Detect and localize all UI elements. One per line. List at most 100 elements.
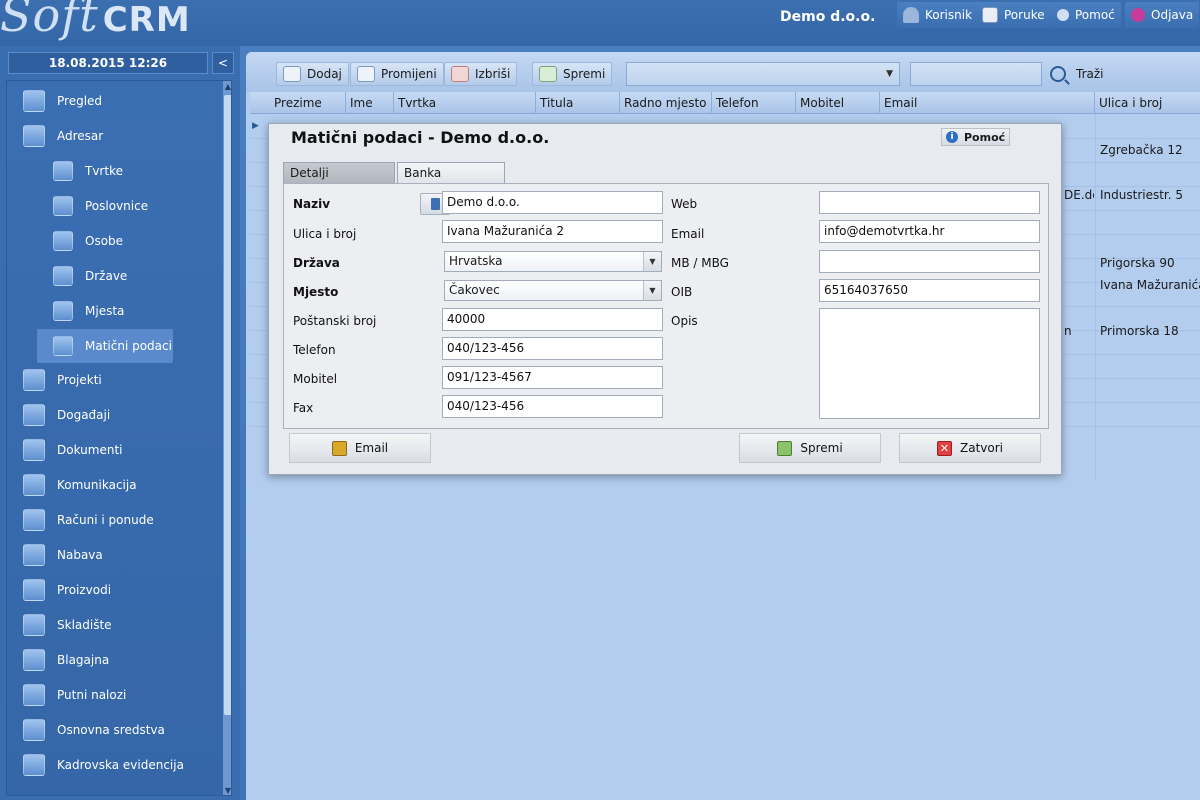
sidebar-item-dogadaji[interactable]: Događaji bbox=[23, 400, 110, 430]
sidebar-item-putni-nalozi[interactable]: Putni nalozi bbox=[23, 680, 126, 710]
close-button[interactable]: ✕ Zatvori bbox=[899, 433, 1041, 463]
grid-cell[interactable]: Prigorska 90 bbox=[1100, 256, 1175, 270]
column-ime[interactable]: Ime bbox=[346, 92, 394, 114]
column-titula[interactable]: Titula bbox=[536, 92, 620, 114]
column-telefon[interactable]: Telefon bbox=[712, 92, 796, 114]
email-button[interactable]: Email bbox=[289, 433, 431, 463]
sidebar-item-drzave[interactable]: Države bbox=[53, 261, 127, 291]
column-prezime[interactable]: Prezime bbox=[270, 92, 346, 114]
grid-cell[interactable]: n bbox=[1064, 324, 1094, 338]
search-button[interactable]: Traži bbox=[1050, 62, 1104, 86]
sidebar-item-racuni-i-ponude[interactable]: Računi i ponude bbox=[23, 505, 154, 535]
drzava-select[interactable]: Hrvatska ▼ bbox=[444, 251, 662, 272]
purchase-icon bbox=[23, 544, 45, 566]
email-field[interactable]: info@demotvrtka.hr bbox=[819, 220, 1040, 243]
warehouse-icon bbox=[23, 614, 45, 636]
sidebar-item-komunikacija[interactable]: Komunikacija bbox=[23, 470, 137, 500]
grid-cell[interactable]: Zgrebačka 12 bbox=[1100, 143, 1183, 157]
sidebar-item-osobe[interactable]: Osobe bbox=[53, 226, 123, 256]
mjesto-select[interactable]: Čakovec ▼ bbox=[444, 280, 662, 301]
toolbar: Dodaj Promijeni Izbriši Spremi ▼ Traži bbox=[246, 52, 1200, 92]
sidebar-item-proizvodi[interactable]: Proizvodi bbox=[23, 575, 111, 605]
fax-label: Fax bbox=[293, 401, 314, 415]
dialog-help-button[interactable]: i Pomoć bbox=[941, 128, 1011, 146]
mjesto-label: Mjesto bbox=[293, 285, 339, 299]
postanski-broj-field[interactable]: 40000 bbox=[442, 308, 663, 331]
scroll-down-icon[interactable]: ▼ bbox=[223, 785, 231, 795]
sidebar-item-projekti[interactable]: Projekti bbox=[23, 365, 102, 395]
grid-cell[interactable]: Primorska 18 bbox=[1100, 324, 1179, 338]
add-button[interactable]: Dodaj bbox=[276, 62, 349, 86]
fax-field[interactable]: 040/123-456 bbox=[442, 395, 663, 418]
sidebar-item-kadrovska-evidencija[interactable]: Kadrovska evidencija bbox=[23, 750, 184, 780]
sidebar-item-skladiste[interactable]: Skladište bbox=[23, 610, 112, 640]
sidebar-item-dokumenti[interactable]: Dokumenti bbox=[23, 435, 122, 465]
save-button[interactable]: Spremi bbox=[739, 433, 881, 463]
edit-icon bbox=[357, 66, 375, 82]
edit-button[interactable]: Promijeni bbox=[350, 62, 444, 86]
filter-dropdown[interactable]: ▼ bbox=[626, 62, 900, 86]
user-icon bbox=[903, 7, 919, 23]
datetime-display: 18.08.2015 12:26 bbox=[8, 52, 208, 74]
delete-button[interactable]: Izbriši bbox=[444, 62, 518, 86]
email-book-icon bbox=[331, 440, 347, 456]
company-icon bbox=[53, 161, 73, 181]
communication-icon bbox=[23, 474, 45, 496]
tab-detalji[interactable]: Detalji bbox=[283, 162, 395, 183]
app-logo: Soft CRM bbox=[0, 0, 191, 42]
sidebar-item-maticni-podaci[interactable]: Matični podaci bbox=[37, 329, 173, 363]
web-field[interactable] bbox=[819, 191, 1040, 214]
oib-field[interactable]: 65164037650 bbox=[819, 279, 1040, 302]
collapse-sidebar-button[interactable]: < bbox=[212, 52, 234, 74]
assets-icon bbox=[23, 719, 45, 741]
logout-button[interactable]: Odjava bbox=[1125, 2, 1200, 28]
address-book-icon bbox=[23, 125, 45, 147]
info-icon bbox=[1057, 9, 1069, 21]
sidebar-scrollbar[interactable]: ▲ ▼ bbox=[223, 81, 231, 795]
mail-icon bbox=[982, 7, 998, 23]
sidebar-item-nabava[interactable]: Nabava bbox=[23, 540, 103, 570]
grid-cell[interactable]: Ivana Mažuranića 2 bbox=[1100, 278, 1200, 292]
help-button[interactable]: Pomoć bbox=[1051, 2, 1121, 28]
power-icon bbox=[1131, 8, 1145, 22]
column-email[interactable]: Email bbox=[880, 92, 1095, 114]
mobitel-field[interactable]: 091/123-4567 bbox=[442, 366, 663, 389]
save-icon bbox=[777, 440, 793, 456]
column-tvrtka[interactable]: Tvrtka bbox=[394, 92, 536, 114]
search-input[interactable] bbox=[910, 62, 1042, 86]
close-icon: ✕ bbox=[937, 440, 952, 456]
master-data-dialog: Matični podaci - Demo d.o.o. i Pomoć Det… bbox=[268, 123, 1062, 475]
drzava-label: Država bbox=[293, 256, 340, 270]
sidebar-item-pregled[interactable]: Pregled bbox=[23, 86, 102, 116]
grid-cell[interactable]: Industriestr. 5 bbox=[1100, 188, 1183, 202]
opis-textarea[interactable] bbox=[819, 308, 1040, 419]
sidebar-item-tvrtke[interactable]: Tvrtke bbox=[53, 156, 123, 186]
mobitel-label: Mobitel bbox=[293, 372, 338, 386]
top-bar: Soft CRM Demo d.o.o. Korisnik Poruke Pomo… bbox=[0, 0, 1200, 46]
save-toolbar-button[interactable]: Spremi bbox=[532, 62, 613, 86]
sidebar-item-blagajna[interactable]: Blagajna bbox=[23, 645, 109, 675]
projects-icon bbox=[23, 369, 45, 391]
sidebar-item-poslovnice[interactable]: Poslovnice bbox=[53, 191, 148, 221]
tab-banka[interactable]: Banka bbox=[397, 162, 505, 183]
naziv-field[interactable]: Demo d.o.o. bbox=[442, 191, 663, 214]
user-button[interactable]: Korisnik bbox=[897, 2, 979, 28]
city-icon bbox=[53, 301, 73, 321]
mb-mbg-field[interactable] bbox=[819, 250, 1040, 273]
row-selector-icon: ▶ bbox=[252, 121, 259, 131]
column-mobitel[interactable]: Mobitel bbox=[796, 92, 880, 114]
messages-button[interactable]: Poruke bbox=[976, 2, 1051, 28]
grid-cell[interactable]: DE.de bbox=[1064, 188, 1094, 202]
sidebar-item-mjesta[interactable]: Mjesta bbox=[53, 296, 124, 326]
column-ulica-i-broj[interactable]: Ulica i broj bbox=[1095, 92, 1200, 114]
sidebar-item-osnovna-sredstva[interactable]: Osnovna sredstva bbox=[23, 715, 165, 745]
ulica-field[interactable]: Ivana Mažuranića 2 bbox=[442, 220, 663, 243]
telefon-field[interactable]: 040/123-456 bbox=[442, 337, 663, 360]
company-name: Demo d.o.o. bbox=[780, 9, 876, 25]
naziv-label: Naziv bbox=[293, 197, 331, 211]
sidebar-item-adresar[interactable]: Adresar bbox=[23, 121, 103, 151]
scroll-thumb[interactable] bbox=[224, 95, 231, 715]
web-label: Web bbox=[671, 197, 698, 211]
column-radno-mjesto[interactable]: Radno mjesto bbox=[620, 92, 712, 114]
scroll-up-icon[interactable]: ▲ bbox=[223, 81, 231, 93]
